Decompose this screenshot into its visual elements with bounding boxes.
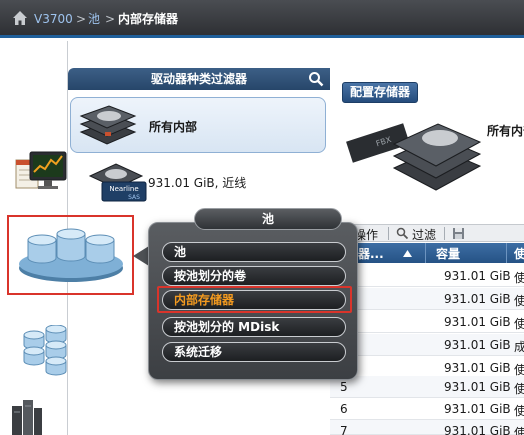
menu-item-system-migration[interactable]: 系统迁移 — [162, 342, 346, 362]
column-divider — [425, 243, 426, 263]
cell-capacity: 931.01 GiB — [444, 402, 511, 416]
filter-button[interactable]: 过滤 — [412, 226, 436, 243]
table-row[interactable]: 931.01 GiB 使 — [330, 265, 524, 287]
cell-use: 使 — [514, 426, 524, 435]
menu-item-pools[interactable]: 池 — [162, 242, 346, 262]
drive-stack-icon — [79, 105, 137, 145]
cell-capacity: 931.01 GiB — [444, 361, 511, 375]
toolbar-separator — [444, 227, 445, 240]
breadcrumb-current: 内部存储器 — [118, 12, 179, 26]
table-row[interactable]: 5 931.01 GiB 使 — [330, 376, 524, 398]
table-header: 驱动器... 容量 使 — [330, 243, 524, 263]
configure-storage-button[interactable]: 配置存储器 — [342, 82, 419, 103]
toolbar-separator — [388, 227, 389, 240]
breadcrumb-separator: > — [105, 12, 116, 26]
cell-capacity: 931.01 GiB — [444, 424, 511, 435]
cell-drive-id: 5 — [340, 380, 348, 394]
cell-use: 使 — [514, 271, 524, 285]
popup-pointer — [133, 246, 149, 266]
menu-item-mdisks-by-pool[interactable]: 按池划分的 MDisk — [162, 317, 346, 337]
table-row[interactable]: 931.01 GiB 使 — [330, 311, 524, 333]
cell-capacity: 931.01 GiB — [444, 315, 511, 329]
cell-use: 成 — [514, 340, 524, 354]
table-row[interactable]: 7 931.01 GiB 使 — [330, 420, 524, 435]
volumes-icon[interactable] — [20, 325, 76, 377]
main-all-internal-label: 所有内部 — [487, 124, 524, 138]
nearline-sas-drive-icon[interactable]: Nearline SAS — [86, 156, 148, 202]
column-capacity[interactable]: 容量 — [436, 245, 460, 262]
column-use[interactable]: 使 — [514, 245, 524, 262]
filter-search-icon[interactable] — [396, 227, 409, 240]
cell-capacity: 931.01 GiB — [444, 338, 511, 352]
table-toolbar: 操作 过滤 — [330, 224, 524, 242]
cell-use: 使 — [514, 382, 524, 396]
drive-filter-header: 驱动器种类过滤器 — [68, 68, 330, 90]
save-icon[interactable] — [452, 227, 465, 240]
drive-filter-title: 驱动器种类过滤器 — [150, 72, 247, 86]
filter-nearline-label[interactable]: 931.01 GiB, 近线 — [148, 174, 246, 191]
cell-capacity: 931.01 GiB — [444, 269, 511, 283]
sas-badge-text: SAS — [128, 194, 140, 201]
sort-ascending-icon[interactable] — [403, 250, 412, 257]
home-icon[interactable] — [12, 10, 28, 26]
nearline-badge-text: Nearline — [109, 185, 138, 193]
cell-capacity: 931.01 GiB — [444, 292, 511, 306]
popup-title: 池 — [194, 208, 342, 230]
column-divider — [506, 243, 507, 263]
cell-drive-id: 6 — [340, 402, 348, 416]
filter-all-internal-label: 所有内部 — [149, 120, 198, 134]
breadcrumb-system[interactable]: V3700 — [34, 11, 73, 27]
breadcrumb-separator: > — [76, 12, 87, 26]
menu-item-highlight — [157, 286, 352, 313]
menu-item-volumes-by-pool[interactable]: 按池划分的卷 — [162, 266, 346, 286]
cell-use: 使 — [514, 317, 524, 331]
performance-monitor-icon[interactable] — [14, 150, 68, 196]
table-row[interactable]: 931.01 GiB 使 — [330, 288, 524, 310]
hosts-icon[interactable] — [10, 396, 44, 435]
cell-capacity: 931.01 GiB — [444, 380, 511, 394]
search-icon[interactable] — [308, 71, 324, 87]
filter-all-internal[interactable]: 所有内部 — [70, 97, 326, 153]
internal-storage-icon: FBX — [346, 123, 482, 191]
breadcrumb-pools[interactable]: 池 — [88, 11, 100, 27]
cell-use: 使 — [514, 294, 524, 308]
top-bar: V3700 > 池 > 内部存储器 — [0, 0, 524, 38]
cell-use: 使 — [514, 404, 524, 418]
pools-icon-highlight — [7, 215, 134, 295]
table-row[interactable]: 931.01 GiB 成 — [330, 334, 524, 356]
table-row[interactable]: 6 931.01 GiB 使 — [330, 398, 524, 420]
cell-drive-id: 7 — [340, 424, 348, 435]
